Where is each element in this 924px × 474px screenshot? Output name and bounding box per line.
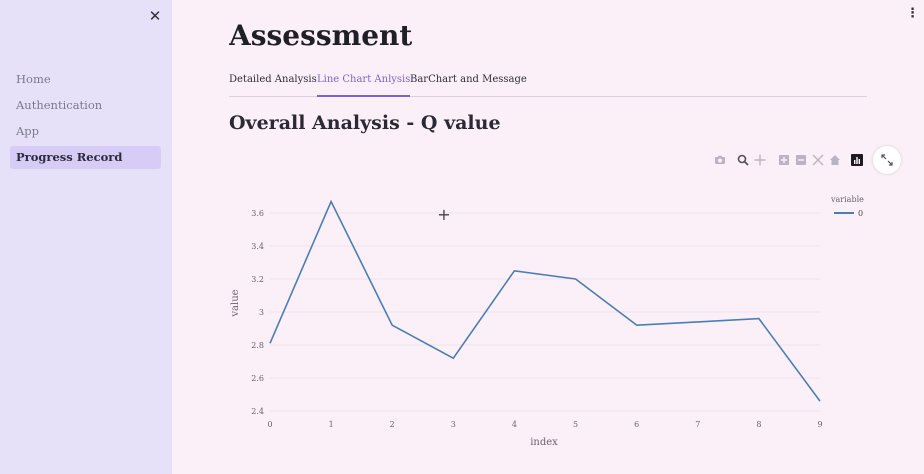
autoscale-icon[interactable] [812, 154, 824, 166]
x-tick-label: 4 [512, 420, 517, 429]
sidebar-nav: Home Authentication App Progress Record [10, 68, 161, 172]
data-point[interactable] [268, 341, 272, 345]
home-icon[interactable] [829, 154, 841, 166]
y-tick-label: 3.6 [251, 209, 264, 218]
sidebar: ✕ Home Authentication App Progress Recor… [0, 0, 172, 474]
x-tick-label: 7 [695, 420, 700, 429]
tab-detailed-analysis[interactable]: Detailed Analysis [229, 69, 317, 97]
x-tick-label: 0 [267, 420, 272, 429]
y-tick-label: 3.2 [251, 275, 264, 284]
plotly-logo-icon[interactable] [851, 154, 863, 166]
y-axis-label: value [230, 289, 241, 317]
data-point[interactable] [818, 399, 822, 403]
y-tick-labels: 2.4 2.6 2.8 3 3.2 3.4 3.6 [251, 209, 264, 416]
x-tick-labels: 0 1 2 3 4 5 6 7 8 9 [267, 420, 822, 429]
zoom-in-icon[interactable] [778, 154, 790, 166]
data-point[interactable] [635, 323, 639, 327]
series-points [268, 199, 822, 403]
y-tick-label: 2.4 [251, 407, 264, 416]
data-point[interactable] [696, 320, 700, 324]
y-tick-label: 2.6 [251, 374, 264, 383]
tab-line-chart-analysis[interactable]: Line Chart Anlysis [317, 69, 411, 97]
y-tick-label: 3.4 [251, 242, 264, 251]
zoom-out-icon[interactable] [795, 154, 807, 166]
section-title: Overall Analysis - Q value [229, 112, 501, 134]
expand-icon[interactable] [873, 146, 901, 174]
x-tick-label: 3 [451, 420, 456, 429]
chart-modebar [714, 154, 866, 168]
legend-entry-label[interactable]: 0 [858, 209, 863, 218]
x-tick-label: 1 [329, 420, 334, 429]
data-point[interactable] [329, 199, 333, 203]
data-point[interactable] [451, 356, 455, 360]
close-icon[interactable]: ✕ [146, 7, 164, 25]
x-tick-label: 8 [756, 420, 761, 429]
data-point[interactable] [574, 277, 578, 281]
sidebar-item-authentication[interactable]: Authentication [10, 94, 161, 117]
line-chart[interactable]: 2.4 2.6 2.8 3 3.2 3.4 3.6 0 1 2 3 4 5 6 7 8 9 index val… [222, 185, 872, 455]
sidebar-item-home[interactable]: Home [10, 68, 161, 91]
camera-icon[interactable] [714, 154, 726, 166]
tab-barchart-and-message[interactable]: BarChart and Message [410, 69, 527, 97]
y-tick-label: 3 [259, 308, 264, 317]
x-tick-label: 9 [817, 420, 822, 429]
x-tick-label: 6 [634, 420, 639, 429]
chart-gridlines [270, 212, 820, 412]
x-axis-label: index [530, 437, 558, 448]
y-tick-label: 2.8 [251, 341, 264, 350]
sidebar-item-progress-record[interactable]: Progress Record [10, 146, 161, 169]
pan-icon[interactable] [754, 154, 766, 166]
crosshair-cursor-icon: + [437, 205, 451, 224]
tab-bar: Detailed Analysis Line Chart Anlysis Bar… [229, 69, 867, 97]
zoom-icon[interactable] [737, 154, 749, 166]
series-line-0 [269, 199, 821, 402]
kebab-menu-icon[interactable]: ⋮ [906, 6, 919, 22]
x-tick-label: 5 [573, 420, 578, 429]
data-point[interactable] [390, 323, 394, 327]
data-point[interactable] [512, 269, 516, 273]
x-tick-label: 2 [390, 420, 395, 429]
data-point[interactable] [757, 317, 761, 321]
page-title: Assessment [229, 19, 413, 50]
sidebar-item-app[interactable]: App [10, 120, 161, 143]
legend-title: variable [830, 195, 864, 204]
